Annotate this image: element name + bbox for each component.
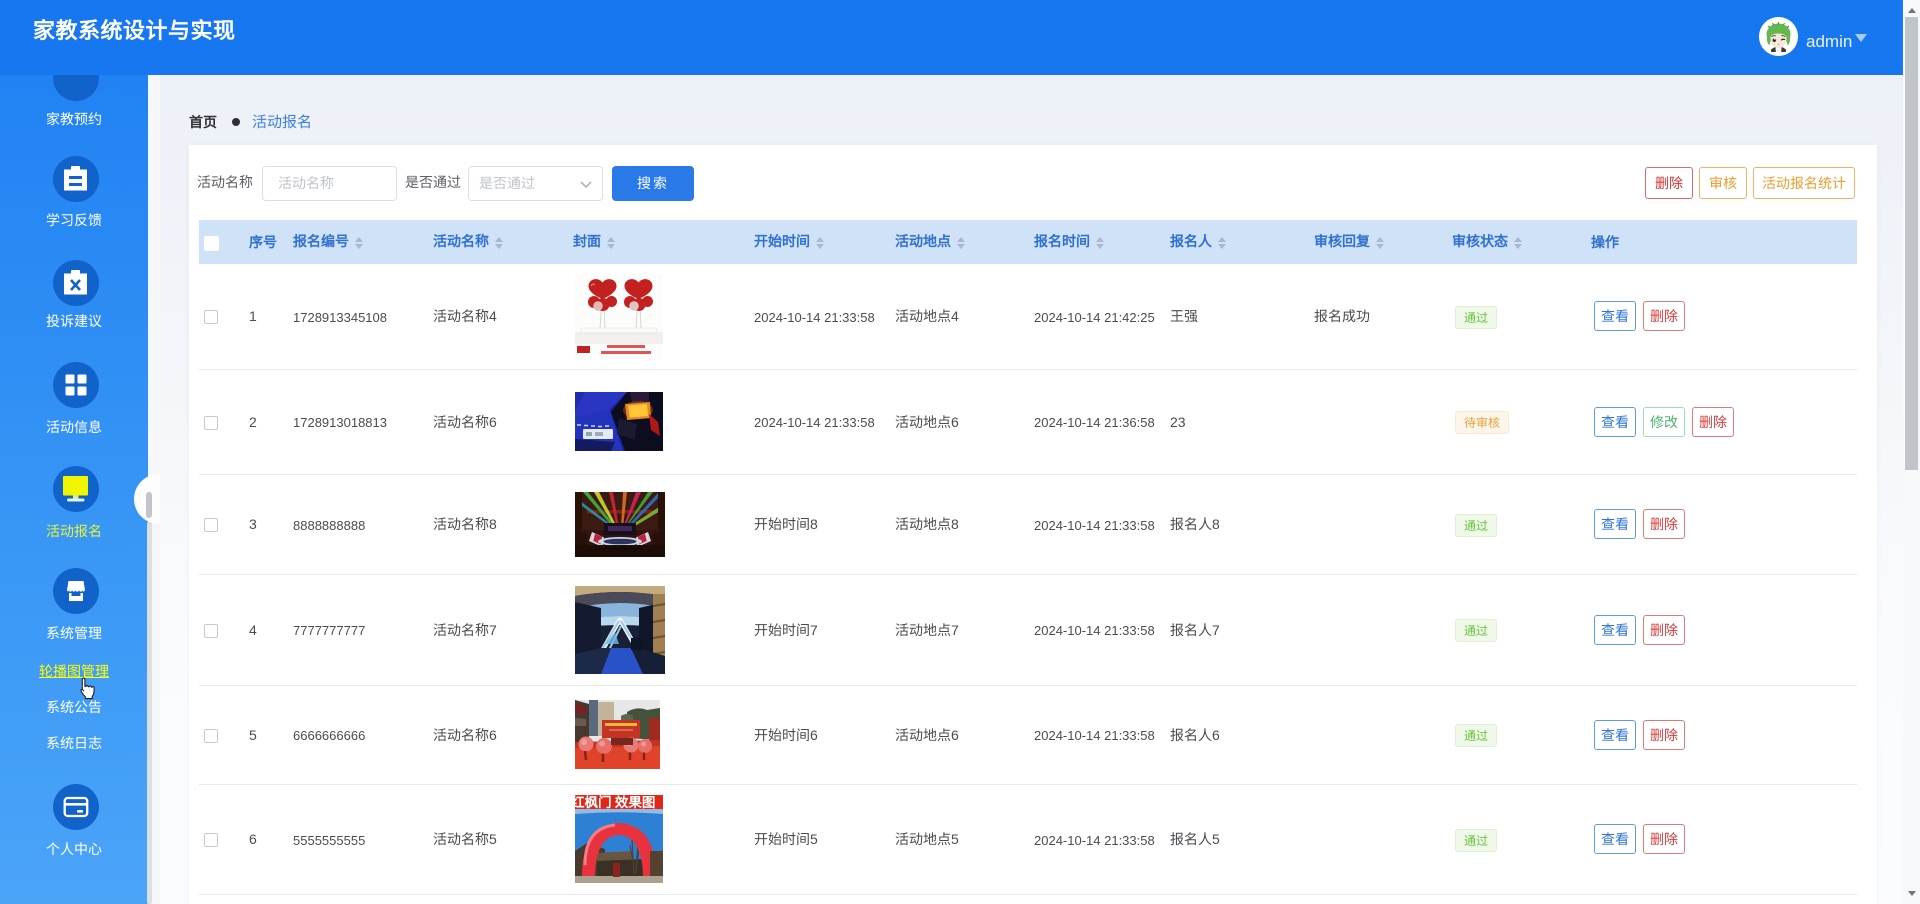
svg-text:红枫门 效果图: 红枫门 效果图 [575, 795, 655, 811]
